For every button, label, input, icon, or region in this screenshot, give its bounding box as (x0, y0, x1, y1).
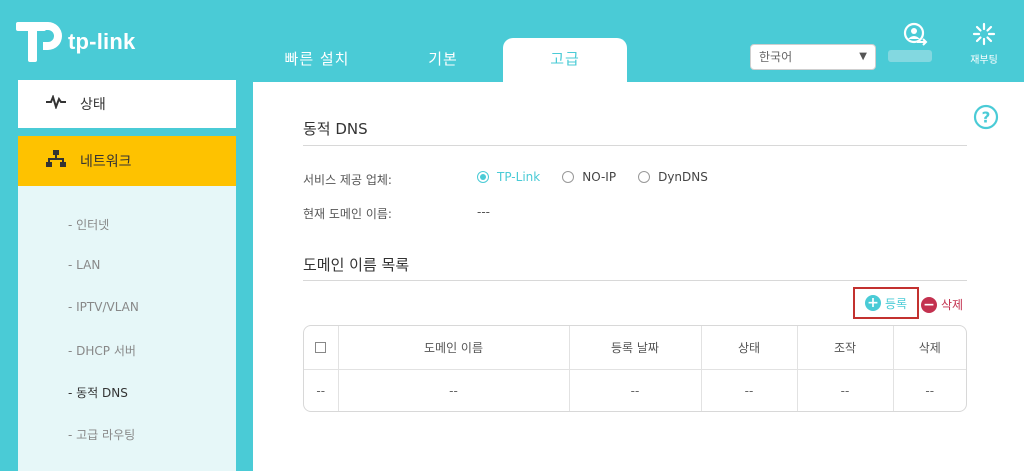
delete-button[interactable]: − 삭제 (921, 296, 963, 313)
radio-dot (477, 171, 489, 183)
svg-text:?: ? (982, 109, 991, 127)
select-all-cell (304, 326, 338, 370)
column-header-status: 상태 (700, 326, 797, 370)
radio-dot (562, 171, 575, 183)
add-label: 등록 (884, 296, 908, 311)
column-header-delete: 삭제 (892, 326, 966, 370)
provider-label: 서비스 제공 업체: (303, 173, 392, 187)
table-cell: -- (316, 383, 326, 398)
reboot-button[interactable]: 재부팅 (962, 22, 1006, 66)
tab-basic[interactable]: 기본 (388, 38, 498, 80)
divider (303, 280, 967, 281)
current-domain-label: 현재 도메인 이름: (303, 207, 392, 221)
sidebar-item-network[interactable]: 네트워크 (18, 136, 236, 186)
chevron-down-icon: ▼ (859, 51, 867, 62)
reboot-icon (972, 22, 996, 46)
column-header-domain: 도메인 이름 (337, 326, 569, 370)
table-cell: -- (892, 369, 966, 411)
table-header-row: 도메인 이름 등록 날짜 상태 조작 삭제 (304, 326, 966, 370)
tab-advanced[interactable]: 고급 (503, 38, 627, 82)
logout-icon (903, 22, 928, 46)
sidebar-item-dhcp-server[interactable]: - DHCP 서버 (68, 342, 136, 359)
network-icon (46, 150, 66, 172)
tp-link-logo-icon (16, 22, 62, 62)
table-cell: -- (796, 369, 893, 411)
language-select[interactable]: 한국어 ▼ (750, 44, 876, 70)
radio-no-ip[interactable]: NO-IP (562, 170, 616, 184)
column-header-action: 조작 (796, 326, 893, 370)
section-title-domain-list: 도메인 이름 목록 (303, 256, 410, 274)
table-cell: -- (568, 369, 701, 411)
domain-table: 도메인 이름 등록 날짜 상태 조작 삭제 -- -- -- -- -- -- (303, 325, 967, 412)
current-domain-value: --- (477, 205, 490, 219)
language-select-value: 한국어 (759, 50, 793, 64)
sidebar-item-label: 상태 (80, 97, 106, 113)
table-cell: -- (700, 369, 797, 411)
logout-button[interactable] (898, 22, 932, 51)
provider-radio-group: TP-Link NO-IP DynDNS (477, 170, 730, 184)
help-icon[interactable]: ? (973, 104, 999, 134)
column-header-date: 등록 날짜 (568, 326, 701, 370)
tp-link-logo: tp-link (16, 20, 135, 64)
reboot-label: 재부팅 (970, 55, 998, 66)
section-title-ddns: 동적 DNS (303, 120, 368, 138)
blurred-user-info (888, 50, 932, 62)
sidebar-item-label: 네트워크 (80, 154, 132, 170)
radio-label: TP-Link (497, 170, 541, 184)
sidebar-item-internet[interactable]: - 인터넷 (68, 216, 109, 233)
radio-dot (638, 171, 651, 183)
logo-text: tp-link (68, 29, 136, 54)
sidebar: 상태 네트워크 - 인터넷 - LAN - IPTV/VLAN - DHCP 서… (18, 80, 236, 471)
plus-icon: + (864, 295, 881, 311)
add-button[interactable]: + 등록 (853, 287, 919, 319)
radio-dyndns[interactable]: DynDNS (638, 170, 708, 184)
sidebar-item-dynamic-dns[interactable]: - 동적 DNS (68, 384, 128, 401)
sidebar-item-iptv-vlan[interactable]: - IPTV/VLAN (68, 300, 139, 314)
divider (303, 145, 967, 146)
sidebar-item-status[interactable]: 상태 (18, 80, 236, 128)
radio-tp-link[interactable]: TP-Link (477, 170, 540, 184)
select-all-checkbox[interactable] (315, 342, 327, 354)
table-row: -- -- -- -- -- -- (304, 369, 966, 411)
tab-quick-setup[interactable]: 빠른 설치 (262, 38, 372, 80)
sidebar-item-lan[interactable]: - LAN (68, 258, 100, 272)
sidebar-item-advanced-routing[interactable]: - 고급 라우팅 (68, 426, 135, 443)
radio-label: NO-IP (582, 170, 617, 184)
minus-icon: − (921, 296, 937, 313)
radio-label: DynDNS (658, 170, 708, 184)
table-cell: -- (337, 369, 569, 411)
pulse-icon (46, 93, 66, 113)
sidebar-submenu: - 인터넷 - LAN - IPTV/VLAN - DHCP 서버 - 동적 D… (18, 186, 236, 471)
delete-label: 삭제 (941, 298, 964, 312)
main-panel: ? 동적 DNS 서비스 제공 업체: TP-Link NO-IP DynDNS… (253, 82, 1024, 471)
